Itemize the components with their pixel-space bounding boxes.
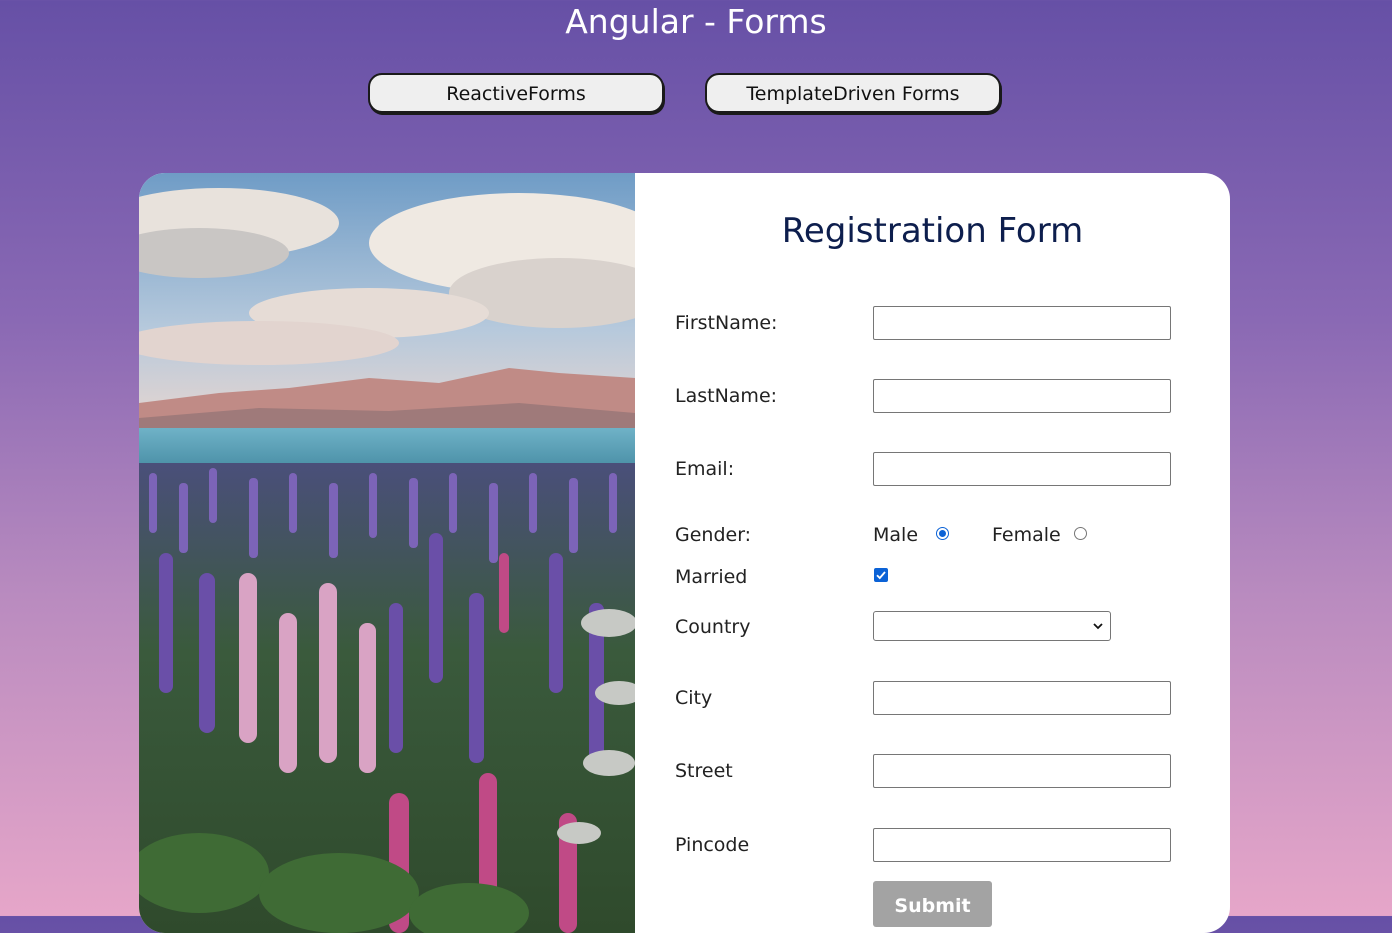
email-input[interactable] (873, 452, 1171, 486)
app-title: Angular - Forms (565, 2, 827, 41)
last-name-input[interactable] (873, 379, 1171, 413)
checkmark-icon (876, 571, 886, 580)
registration-card: Registration Form FirstName: LastName: E… (139, 173, 1230, 933)
pincode-input[interactable] (873, 828, 1171, 862)
template-driven-forms-button[interactable]: TemplateDriven Forms (705, 73, 1001, 113)
gender-label: Gender: (675, 524, 752, 546)
street-input[interactable] (873, 754, 1171, 788)
married-label: Married (675, 566, 748, 588)
country-select[interactable] (873, 611, 1111, 641)
last-name-label: LastName: (675, 385, 778, 407)
lupin-landscape-image (139, 173, 635, 933)
gender-male-radio[interactable] (936, 527, 949, 540)
country-label: Country (675, 616, 751, 638)
city-label: City (675, 687, 713, 709)
form-title: Registration Form (781, 211, 1084, 251)
reactive-forms-button[interactable]: ReactiveForms (368, 73, 664, 113)
gender-male-label: Male (873, 524, 919, 546)
gender-female-label: Female (992, 524, 1061, 546)
city-input[interactable] (873, 681, 1171, 715)
first-name-label: FirstName: (675, 312, 778, 334)
pincode-label: Pincode (675, 834, 750, 856)
email-label: Email: (675, 458, 735, 480)
submit-button[interactable]: Submit (873, 881, 992, 927)
street-label: Street (675, 760, 733, 782)
chevron-down-icon (1093, 623, 1103, 630)
married-checkbox[interactable] (874, 568, 888, 582)
first-name-input[interactable] (873, 306, 1171, 340)
gender-female-radio[interactable] (1074, 527, 1087, 540)
